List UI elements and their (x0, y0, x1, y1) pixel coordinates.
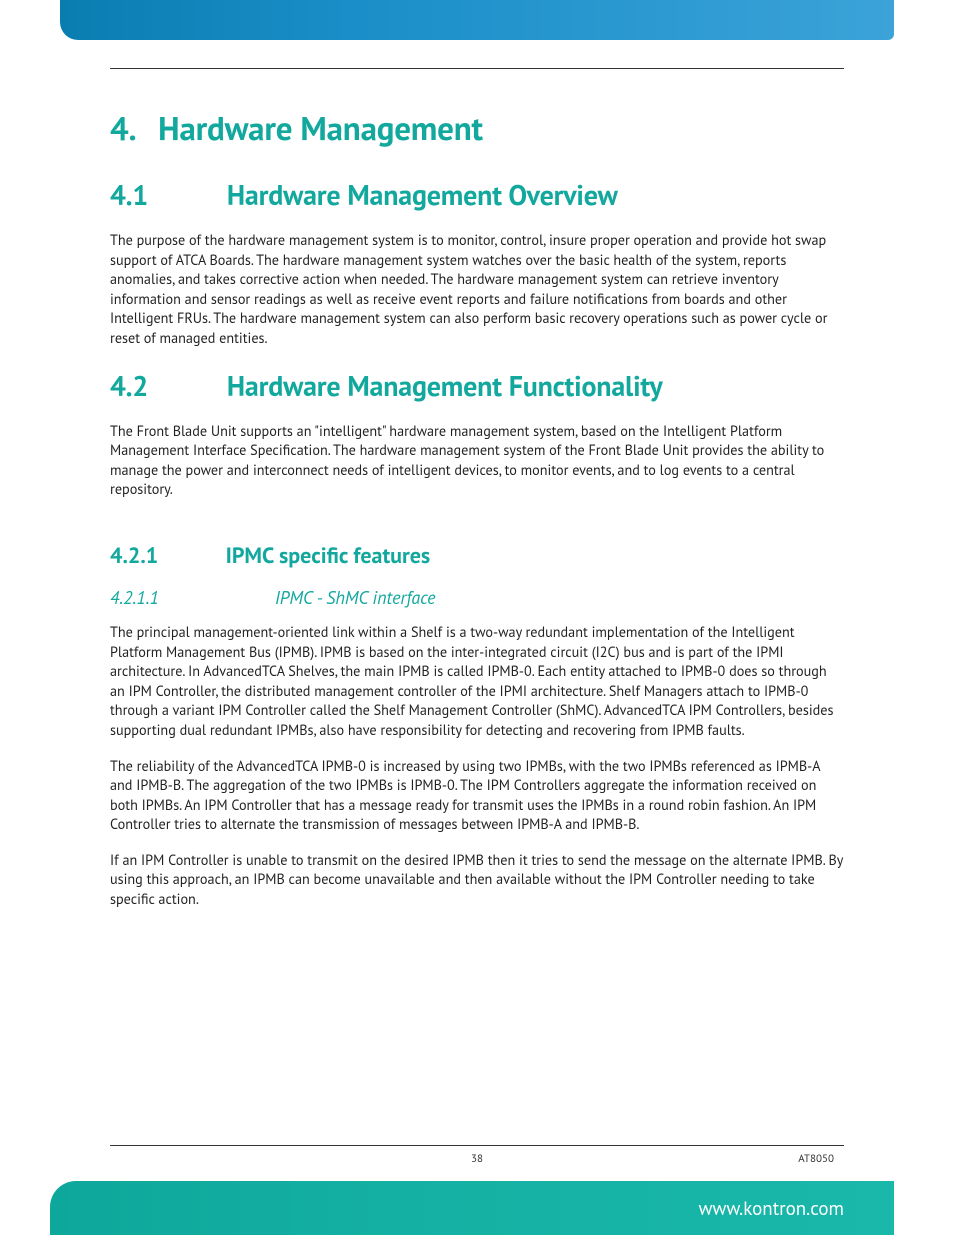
heading-title: Hardware Management Functionality (227, 367, 663, 404)
paragraph-4-2-1-1-c: If an IPM Controller is unable to transm… (110, 851, 844, 910)
heading-4-2: 4.2 Hardware Management Functionality (110, 367, 844, 404)
heading-4-2-1-1: 4.2.1.1 IPMC - ShMC interface (110, 586, 844, 609)
heading-number: 4.1 (110, 176, 220, 213)
heading-number: 4.2.1 (110, 542, 220, 570)
heading-title: IPMC - ShMC interface (275, 586, 436, 609)
heading-4-2-1: 4.2.1 IPMC specific features (110, 542, 844, 570)
paragraph-4-2-1-1-a: The principal management-oriented link w… (110, 623, 844, 741)
top-banner (60, 0, 894, 40)
heading-4-1: 4.1 Hardware Management Overview (110, 176, 844, 213)
page-content: 4. Hardware Management 4.1 Hardware Mana… (110, 68, 844, 1155)
heading-title: IPMC specific features (226, 542, 431, 570)
heading-number: 4.2.1.1 (110, 586, 270, 609)
heading-number: 4. (110, 107, 150, 150)
website-url: www.kontron.com (698, 1197, 844, 1221)
document-code: AT8050 (798, 1152, 834, 1166)
paragraph-4-1: The purpose of the hardware management s… (110, 231, 844, 349)
heading-4: 4. Hardware Management (110, 107, 844, 150)
paragraph-4-2-1-1-b: The reliability of the AdvancedTCA IPMB-… (110, 757, 844, 835)
heading-title: Hardware Management Overview (227, 176, 618, 213)
heading-number: 4.2 (110, 367, 220, 404)
footer-rule (110, 1145, 844, 1146)
heading-title: Hardware Management (158, 107, 483, 150)
paragraph-4-2: The Front Blade Unit supports an "intell… (110, 422, 844, 500)
